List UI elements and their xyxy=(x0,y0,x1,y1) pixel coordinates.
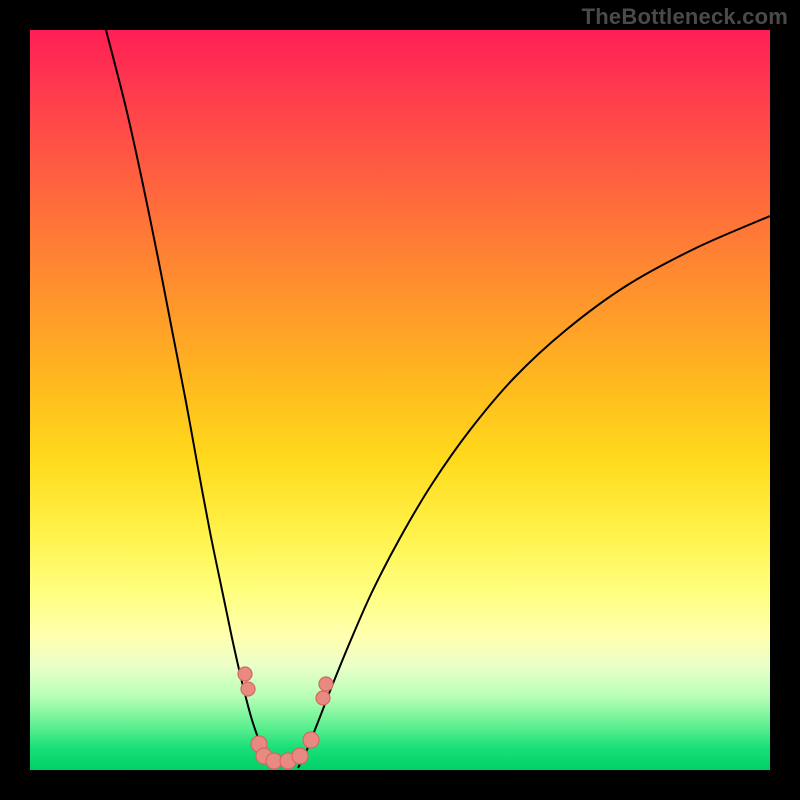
plot-area xyxy=(30,30,770,770)
curves-svg xyxy=(30,30,770,770)
right-curve xyxy=(298,216,770,768)
data-marker xyxy=(319,677,333,691)
left-curve xyxy=(106,30,270,768)
data-marker xyxy=(241,682,255,696)
data-marker xyxy=(292,748,308,764)
data-marker xyxy=(238,667,252,681)
data-marker xyxy=(303,732,319,748)
data-marker xyxy=(316,691,330,705)
watermark-label: TheBottleneck.com xyxy=(582,4,788,30)
chart-frame: TheBottleneck.com xyxy=(0,0,800,800)
